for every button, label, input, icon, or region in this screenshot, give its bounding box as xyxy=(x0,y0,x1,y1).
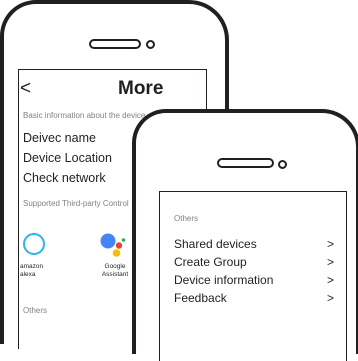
list-item-label: Feedback xyxy=(174,291,227,305)
phone-frame-front: Others Shared devices > Create Group > D… xyxy=(132,109,358,361)
list-item-shared-devices[interactable]: Shared devices > xyxy=(174,236,334,252)
menu-item-device-name[interactable]: Deivec name xyxy=(23,130,96,146)
chevron-right-icon: > xyxy=(326,255,334,269)
back-button[interactable]: < xyxy=(20,78,31,100)
menu-item-check-network[interactable]: Check network xyxy=(23,170,106,186)
front-camera xyxy=(278,160,287,169)
speaker-slot xyxy=(217,158,274,168)
chevron-right-icon: > xyxy=(326,237,334,251)
google-assistant-icon[interactable] xyxy=(100,232,130,258)
chevron-right-icon: > xyxy=(326,291,334,305)
speaker-slot xyxy=(89,39,141,49)
page-title: More xyxy=(118,78,164,99)
front-camera xyxy=(146,40,155,49)
list-item-label: Device information xyxy=(174,273,274,287)
alexa-icon[interactable] xyxy=(23,233,45,255)
chevron-right-icon: > xyxy=(326,273,334,287)
list-item-feedback[interactable]: Feedback > xyxy=(174,290,334,306)
list-item-device-information[interactable]: Device information > xyxy=(174,272,334,288)
menu-item-device-location[interactable]: Device Location xyxy=(23,150,112,166)
alexa-label: amazon alexa xyxy=(20,263,44,278)
list-item-create-group[interactable]: Create Group > xyxy=(174,254,334,270)
google-assistant-label: Google Assistant xyxy=(101,263,129,278)
list-item-label: Create Group xyxy=(174,255,247,269)
others-screen: Others Shared devices > Create Group > D… xyxy=(159,191,347,361)
section-label-third-party: Supported Third-party Control xyxy=(23,199,129,208)
list-item-label: Shared devices xyxy=(174,237,257,251)
section-label-others: Others xyxy=(174,214,199,223)
section-label-others: Others xyxy=(23,306,48,315)
